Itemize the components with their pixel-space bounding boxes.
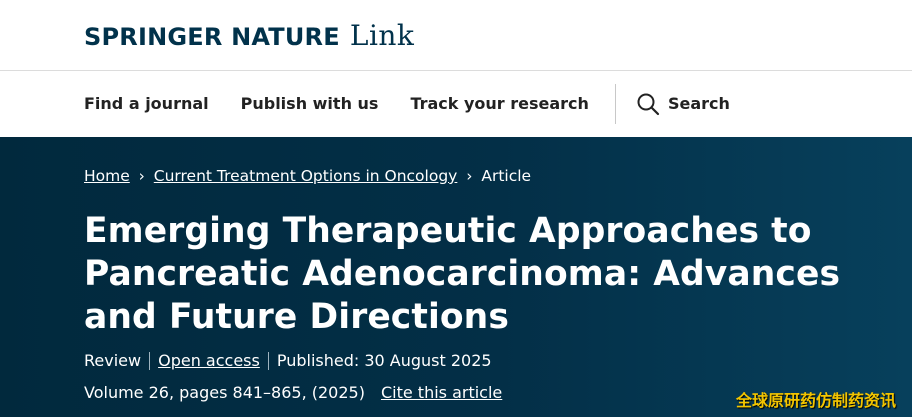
search-button[interactable]: Search — [636, 92, 730, 116]
article-meta: Review Open access Published: 30 August … — [84, 351, 492, 370]
site-header: SPRINGER NATURE Link — [0, 0, 912, 71]
nav-divider — [614, 83, 616, 124]
breadcrumb-journal[interactable]: Current Treatment Options in Oncology — [154, 167, 458, 185]
watermark-text: 全球原研药仿制药资讯 — [735, 391, 896, 410]
chevron-right-icon: › — [138, 167, 145, 185]
chevron-right-icon: › — [466, 167, 473, 185]
breadcrumb: Home › Current Treatment Options in Onco… — [84, 167, 531, 185]
main-navigation: Find a journal Publish with us Track you… — [0, 71, 912, 136]
logo-brand-text: SPRINGER NATURE — [84, 22, 340, 51]
article-hero: Home › Current Treatment Options in Onco… — [0, 137, 912, 417]
article-title: Emerging Therapeutic Approaches to Pancr… — [84, 211, 841, 337]
search-label: Search — [667, 94, 730, 113]
nav-track-your-research[interactable]: Track your research — [410, 94, 589, 113]
nav-publish-with-us[interactable]: Publish with us — [241, 94, 379, 113]
logo-link-text: Link — [349, 18, 415, 52]
meta-divider — [267, 351, 269, 370]
volume-info: Volume 26, pages 841–865, (2025) — [84, 383, 365, 402]
open-access-link[interactable]: Open access — [158, 351, 260, 370]
breadcrumb-home[interactable]: Home — [84, 167, 130, 185]
cite-this-article-link[interactable]: Cite this article — [381, 383, 502, 402]
springer-nature-link-logo[interactable]: SPRINGER NATURE Link — [84, 19, 414, 52]
breadcrumb-current: Article — [481, 167, 532, 185]
nav-find-a-journal[interactable]: Find a journal — [84, 94, 209, 113]
search-icon — [637, 93, 660, 115]
published-date: Published: 30 August 2025 — [276, 351, 492, 370]
article-type: Review — [84, 351, 142, 370]
article-citation-info: Volume 26, pages 841–865, (2025) Cite th… — [84, 383, 502, 402]
meta-divider — [149, 351, 151, 370]
